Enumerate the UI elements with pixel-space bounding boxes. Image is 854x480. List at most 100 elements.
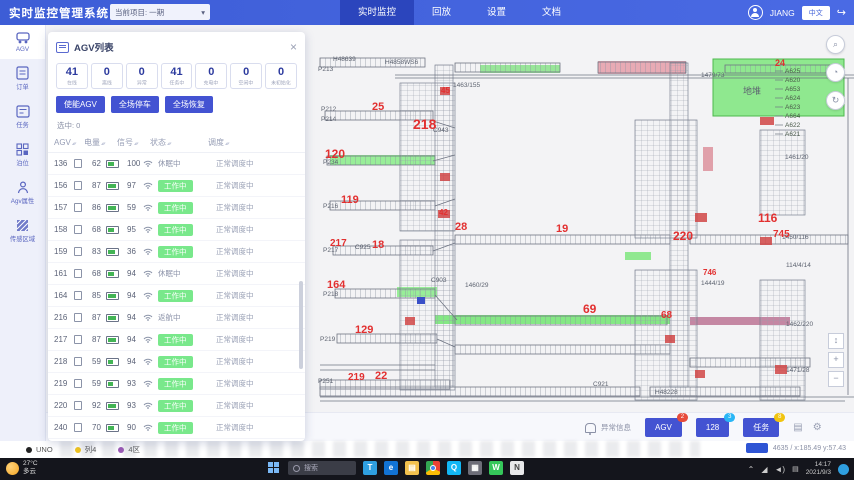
stat-任务中[interactable]: 41任务中 bbox=[161, 63, 193, 89]
start-button[interactable] bbox=[268, 462, 281, 475]
project-selector[interactable]: 当前项目: 一期 ▾ bbox=[110, 4, 210, 20]
column-header-信号[interactable]: 信号▴▾ bbox=[117, 137, 150, 148]
copy-icon[interactable] bbox=[74, 313, 82, 322]
sidebar-item-task[interactable]: 任务 bbox=[0, 98, 45, 136]
sidebar-item-order[interactable]: 订单 bbox=[0, 59, 45, 98]
folder-tray-icon[interactable]: ▤ bbox=[792, 465, 799, 473]
taskbar-app-qq[interactable]: Q bbox=[447, 461, 461, 475]
table-row-agv-216[interactable]: 2168794返航中正常调度中 bbox=[48, 307, 305, 329]
legend-item-4区[interactable]: 4区 bbox=[118, 444, 140, 455]
table-row-agv-161[interactable]: 1616894休眠中正常调度中 bbox=[48, 263, 305, 285]
copy-icon[interactable] bbox=[74, 269, 82, 278]
user-avatar-icon[interactable] bbox=[748, 5, 763, 20]
tab-设置[interactable]: 设置 bbox=[469, 0, 524, 25]
copy-icon[interactable] bbox=[74, 159, 82, 168]
map-stats-icon[interactable]: ◔ bbox=[826, 63, 845, 82]
copy-icon[interactable] bbox=[74, 335, 82, 344]
svg-text:19: 19 bbox=[556, 223, 568, 235]
taskbar-app-wechat[interactable]: W bbox=[489, 461, 503, 475]
column-header-电量[interactable]: 电量▴▾ bbox=[84, 137, 117, 148]
stat-异常[interactable]: 0异常 bbox=[126, 63, 158, 89]
map-zoom-in-icon[interactable]: + bbox=[828, 352, 844, 368]
language-button[interactable]: 中文 bbox=[802, 6, 830, 20]
taskbar-search[interactable]: 搜索 bbox=[288, 461, 356, 475]
table-row-agv-136[interactable]: 13662100休眠中正常调度中 bbox=[48, 153, 305, 175]
table-row-agv-158[interactable]: 1586895工作中正常调度中 bbox=[48, 219, 305, 241]
svg-text:C903: C903 bbox=[431, 277, 447, 284]
table-row-agv-156[interactable]: 1568797工作中正常调度中 bbox=[48, 175, 305, 197]
notification-icon[interactable] bbox=[838, 464, 849, 475]
stat-空闲中[interactable]: 0空闲中 bbox=[230, 63, 262, 89]
column-header-调度[interactable]: 调度▴▾ bbox=[208, 137, 299, 148]
bottom-button-AGV[interactable]: AGV2 bbox=[645, 418, 682, 437]
taskbar-app-telegram[interactable]: T bbox=[363, 461, 377, 475]
table-row-agv-240[interactable]: 2407090工作中正常调度中 bbox=[48, 417, 305, 439]
map-zoom-out-icon[interactable]: − bbox=[828, 371, 844, 387]
copy-icon[interactable] bbox=[74, 401, 82, 410]
taskbar-app-store[interactable]: ▦ bbox=[468, 461, 482, 475]
legend-item-UNO[interactable]: UNO bbox=[26, 445, 53, 454]
taskbar-app-folder[interactable]: ▤ bbox=[405, 461, 419, 475]
taskbar-app-chrome[interactable] bbox=[426, 461, 440, 475]
copy-icon[interactable] bbox=[74, 357, 82, 366]
column-header-AGV[interactable]: AGV▴▾ bbox=[54, 138, 84, 147]
taskbar-app-notepad[interactable]: N bbox=[510, 461, 524, 475]
sidebar-item-person[interactable]: Agv属性 bbox=[0, 174, 45, 212]
action-button-全场恢复[interactable]: 全场恢复 bbox=[165, 96, 213, 113]
bottom-button-128[interactable]: 1283 bbox=[696, 418, 729, 437]
volume-icon[interactable]: ◄) bbox=[774, 465, 785, 474]
map-refresh-icon[interactable]: ↻ bbox=[826, 91, 845, 110]
copy-icon[interactable] bbox=[74, 247, 82, 256]
copy-icon[interactable] bbox=[74, 423, 82, 432]
tab-实时监控[interactable]: 实时监控 bbox=[340, 0, 414, 25]
map-search-icon[interactable]: ⌕ bbox=[826, 35, 845, 54]
signal-value: 94 bbox=[127, 335, 143, 344]
table-row-agv-217[interactable]: 2178794工作中正常调度中 bbox=[48, 329, 305, 351]
sidebar-item-slot[interactable]: 泊位 bbox=[0, 136, 45, 174]
svg-text:P251: P251 bbox=[318, 378, 334, 385]
svg-text:24: 24 bbox=[775, 58, 785, 68]
taskbar-clock[interactable]: 14:17 2021/9/3 bbox=[806, 461, 831, 477]
taskbar-app-edge[interactable]: e bbox=[384, 461, 398, 475]
stat-充电中[interactable]: 0充电中 bbox=[195, 63, 227, 89]
project-selector-value: 当前项目: 一期 bbox=[115, 7, 164, 18]
copy-icon[interactable] bbox=[74, 203, 82, 212]
weather-widget[interactable]: 27°C 多云 bbox=[6, 460, 38, 476]
bottom-button-任务[interactable]: 任务8 bbox=[743, 418, 779, 437]
table-row-agv-218[interactable]: 2185994工作中正常调度中 bbox=[48, 351, 305, 373]
stat-在线[interactable]: 41在线 bbox=[56, 63, 88, 89]
sidebar-person-icon bbox=[0, 181, 45, 194]
table-row-agv-164[interactable]: 1648594工作中正常调度中 bbox=[48, 285, 305, 307]
table-row-agv-219[interactable]: 2195993工作中正常调度中 bbox=[48, 373, 305, 395]
copy-icon[interactable] bbox=[74, 291, 82, 300]
tray-expand-icon[interactable]: ⌃ bbox=[748, 465, 755, 474]
logout-icon[interactable]: ↪ bbox=[837, 6, 846, 19]
alert-bell-icon[interactable] bbox=[585, 423, 596, 433]
sidebar-item-agv[interactable]: AGV bbox=[0, 25, 45, 59]
action-button-全场停车[interactable]: 全场停车 bbox=[111, 96, 159, 113]
legend-dot bbox=[26, 447, 32, 453]
settings-gear-icon[interactable]: ⚙ bbox=[813, 422, 822, 433]
table-row-agv-159[interactable]: 1598336工作中正常调度中 bbox=[48, 241, 305, 263]
copy-icon[interactable] bbox=[74, 181, 82, 190]
close-icon[interactable]: × bbox=[290, 42, 297, 52]
badge-count: 8 bbox=[774, 413, 785, 422]
tab-回放[interactable]: 回放 bbox=[414, 0, 469, 25]
stat-离线[interactable]: 0离线 bbox=[91, 63, 123, 89]
legend-item-列4[interactable]: 列4 bbox=[75, 444, 97, 455]
copy-icon[interactable] bbox=[74, 225, 82, 234]
table-row-agv-157[interactable]: 1578659工作中正常调度中 bbox=[48, 197, 305, 219]
network-icon[interactable]: ◢ bbox=[761, 465, 767, 474]
action-button-使能AGV[interactable]: 使能AGV bbox=[56, 96, 105, 113]
warehouse-map[interactable]: P213H48639H4858WS61463/155P212P214C943P2… bbox=[305, 25, 854, 412]
tab-文档[interactable]: 文档 bbox=[524, 0, 579, 25]
copy-icon[interactable] bbox=[74, 379, 82, 388]
stat-未初始化[interactable]: 0未初始化 bbox=[265, 63, 297, 89]
column-header-状态[interactable]: 状态▴▾ bbox=[150, 137, 208, 148]
table-scrollbar[interactable] bbox=[299, 281, 303, 369]
clock-date: 2021/9/3 bbox=[806, 469, 831, 477]
table-row-agv-220[interactable]: 2209293工作中正常调度中 bbox=[48, 395, 305, 417]
map-pan-icon[interactable]: ↕ bbox=[828, 333, 844, 349]
list-view-icon[interactable]: ▤ bbox=[793, 422, 802, 433]
sidebar-item-sensor[interactable]: 传感区域 bbox=[0, 212, 45, 250]
